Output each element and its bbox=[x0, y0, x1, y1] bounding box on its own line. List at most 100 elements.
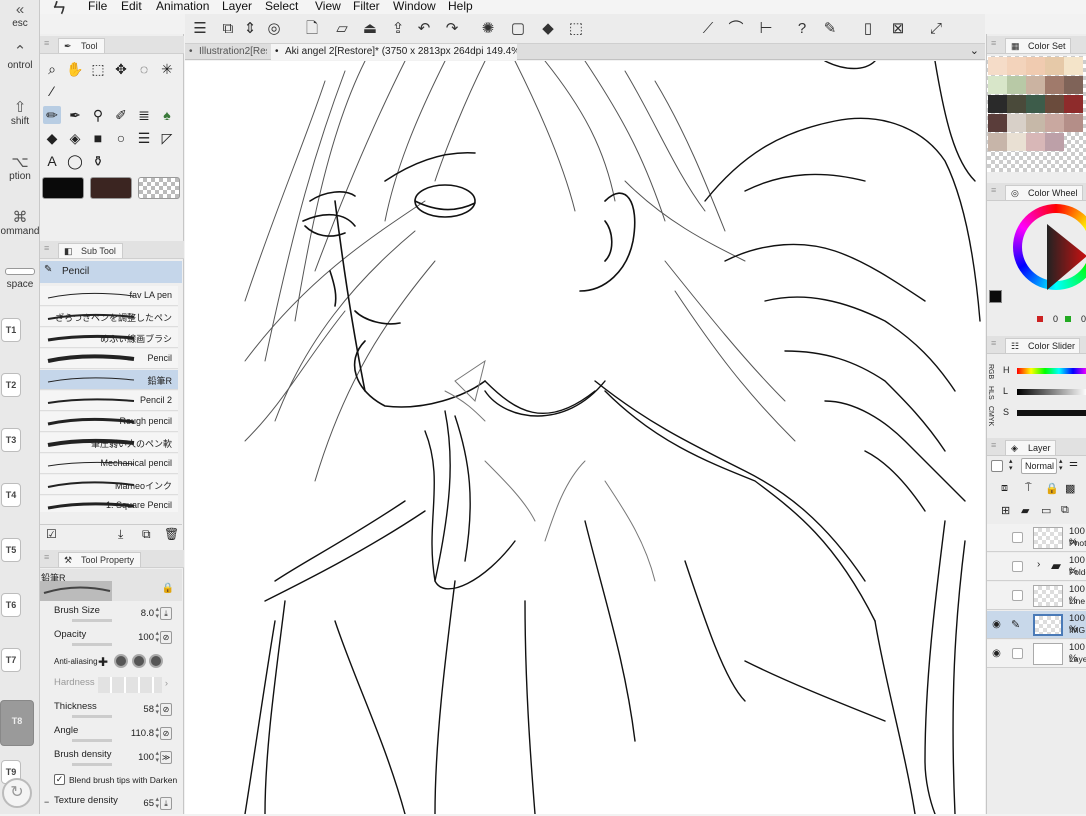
menu-filter[interactable]: Filter bbox=[353, 0, 380, 13]
menu-animation[interactable]: Animation bbox=[156, 0, 209, 13]
fill-icon[interactable]: ◆ bbox=[537, 18, 559, 40]
layer-row-photo[interactable]: 100 % Photo bbox=[987, 524, 1086, 552]
clip-layer-icon[interactable]: ⧈ bbox=[1001, 482, 1008, 495]
layer-row-img[interactable]: ◉ ✎ 100 % IMG bbox=[987, 611, 1086, 639]
device-icon[interactable]: ▯ bbox=[857, 18, 879, 40]
color-set-swatch[interactable] bbox=[988, 133, 1007, 151]
eraser-icon[interactable]: ◆ bbox=[43, 129, 61, 147]
stepper-icon[interactable]: ▴ ▾ bbox=[155, 726, 159, 740]
stepper-icon[interactable]: ▴ ▾ bbox=[1009, 458, 1013, 472]
stepper-icon[interactable]: ⇕ bbox=[239, 18, 261, 40]
brush-item[interactable]: fav LA pen bbox=[40, 286, 178, 306]
trash-icon[interactable]: 🗑 bbox=[164, 527, 179, 541]
redo-icon[interactable]: ↷ bbox=[441, 18, 463, 40]
loading-icon[interactable]: ✺ bbox=[477, 18, 499, 40]
fill-bucket-icon[interactable]: ◈ bbox=[66, 129, 84, 147]
correct-line-icon[interactable]: ⚱ bbox=[89, 152, 107, 170]
hue-slider[interactable] bbox=[1017, 368, 1086, 374]
opacity-slider[interactable] bbox=[72, 643, 112, 646]
command-key[interactable]: ⌘ ommand bbox=[0, 210, 40, 238]
main-color-chip[interactable] bbox=[989, 290, 1002, 303]
move-icon[interactable]: ✥ bbox=[112, 60, 130, 78]
layer-row-folder[interactable]: › ▰ 100 % Folder bbox=[987, 553, 1086, 581]
t6-key[interactable]: T6 bbox=[1, 593, 21, 617]
stepper-icon[interactable]: ▴ ▾ bbox=[155, 606, 159, 620]
t3-key[interactable]: T3 bbox=[1, 428, 21, 452]
aa-weak-icon[interactable] bbox=[114, 654, 128, 668]
rotate-icon[interactable]: ↻ bbox=[2, 778, 32, 808]
blend-tips-checkbox[interactable]: ✓ bbox=[54, 774, 65, 785]
pen-pressure-icon[interactable]: ✎ bbox=[819, 18, 841, 40]
color-set-tab[interactable]: ▦ Color Set bbox=[1005, 38, 1071, 53]
brush-tool-icon[interactable]: ⚲ bbox=[89, 106, 107, 124]
t5-key[interactable]: T5 bbox=[1, 538, 21, 562]
brush-size-slider[interactable] bbox=[72, 619, 112, 622]
color-set-swatch[interactable] bbox=[1007, 76, 1026, 94]
brush-density-dynamics-icon[interactable]: ≫ bbox=[160, 751, 172, 764]
hamburger-icon[interactable]: ☰ bbox=[189, 18, 211, 40]
rgb-mode-tab[interactable]: RGB bbox=[987, 364, 994, 379]
ruler-tool-icon[interactable]: ◸ bbox=[158, 129, 176, 147]
marker-icon[interactable]: ✐ bbox=[112, 106, 130, 124]
color-set-swatch[interactable] bbox=[1064, 114, 1083, 132]
color-set-swatch[interactable] bbox=[1007, 114, 1026, 132]
brush-item[interactable]: めふぃ線画ブラシ bbox=[40, 328, 178, 348]
lock-icon[interactable]: 🔒 bbox=[162, 583, 174, 594]
aa-medium-icon[interactable] bbox=[132, 654, 146, 668]
tab-aki-angel-2[interactable]: • Aki angel 2[Restore]* (3750 x 2813px 26… bbox=[271, 44, 517, 60]
menu-layer[interactable]: Layer bbox=[222, 0, 252, 13]
zoom-icon[interactable]: ⌕ bbox=[43, 60, 61, 78]
t7-key[interactable]: T7 bbox=[1, 648, 21, 672]
undo-icon[interactable]: ↶ bbox=[413, 18, 435, 40]
brush-item[interactable]: Mechanical pencil bbox=[40, 454, 178, 474]
magic-wand-icon[interactable]: ✳ bbox=[158, 60, 176, 78]
gradient-icon[interactable]: ■ bbox=[89, 129, 107, 147]
aa-none-icon[interactable]: ✚ bbox=[98, 655, 108, 669]
menu-window[interactable]: Window bbox=[393, 0, 436, 13]
stepper-icon[interactable]: ▴ ▾ bbox=[155, 796, 159, 810]
hand-icon[interactable]: ✋ bbox=[66, 60, 84, 78]
blend-mode-select[interactable]: Normal bbox=[1021, 458, 1057, 474]
menu-edit[interactable]: Edit bbox=[121, 0, 142, 13]
sliders-icon[interactable]: ⚌ bbox=[1069, 458, 1078, 469]
color-set-swatch[interactable] bbox=[988, 114, 1007, 132]
brush-size-row[interactable]: Brush Size 8.0 ▴ ▾ ⤓ bbox=[40, 604, 178, 626]
esc-key[interactable]: «esc bbox=[0, 2, 40, 30]
balloon-icon[interactable]: ◯ bbox=[66, 152, 84, 170]
menu-file[interactable]: File bbox=[88, 0, 107, 13]
color-set-swatch[interactable] bbox=[1045, 57, 1064, 75]
sub-color-swatch[interactable] bbox=[90, 177, 132, 199]
stepper-icon[interactable]: ▴ ▾ bbox=[155, 702, 159, 716]
brush-item[interactable]: 筆圧弱い人のペン軟 bbox=[40, 433, 178, 453]
thickness-row[interactable]: Thickness 58 ▴ ▾ ⊘ bbox=[40, 700, 178, 722]
clear-icon[interactable]: ▢ bbox=[507, 18, 529, 40]
t4-key[interactable]: T4 bbox=[1, 483, 21, 507]
brush-item[interactable]: 1. Square Pencil bbox=[40, 496, 178, 512]
control-key[interactable]: ⌃ ontrol bbox=[0, 44, 40, 72]
aa-strong-icon[interactable] bbox=[149, 654, 163, 668]
tab-illustration2[interactable]: • Illustration2[Res bbox=[185, 44, 267, 60]
color-set-swatch[interactable] bbox=[1064, 76, 1083, 94]
layer-color-box[interactable] bbox=[991, 460, 1003, 472]
menu-select[interactable]: Select bbox=[265, 0, 298, 13]
new-folder-icon[interactable]: ▭ bbox=[1041, 504, 1051, 517]
layer-row-line[interactable]: 100 % Line bbox=[987, 582, 1086, 610]
help-icon[interactable]: ? bbox=[791, 18, 813, 40]
pencil-tool-icon[interactable]: ✏ bbox=[43, 106, 61, 124]
color-set-swatch[interactable] bbox=[1045, 76, 1064, 94]
eye-icon[interactable]: ◉ bbox=[991, 648, 1002, 659]
reference-layer-icon[interactable]: ⍑ bbox=[1025, 482, 1032, 495]
new-vector-layer-icon[interactable]: ▰ bbox=[1021, 504, 1029, 517]
color-set-swatch[interactable] bbox=[1007, 133, 1026, 151]
hls-mode-tab[interactable]: HLS bbox=[987, 386, 994, 400]
ruler-icon[interactable]: ⟋ bbox=[697, 18, 719, 40]
thickness-dynamics-icon[interactable]: ⊘ bbox=[160, 703, 172, 716]
opacity-row[interactable]: Opacity 100 ▴ ▾ ⊘ bbox=[40, 628, 178, 650]
snap-icon[interactable]: ⊢ bbox=[755, 18, 777, 40]
tool-tab[interactable]: ✒ Tool bbox=[58, 38, 105, 53]
chevron-right-icon[interactable]: › bbox=[1037, 559, 1040, 570]
shift-key[interactable]: ⇧ shift bbox=[0, 100, 40, 128]
blend-tips-row[interactable]: ✓ Blend brush tips with Darken bbox=[40, 772, 178, 794]
brush-item[interactable]: Rough pencil bbox=[40, 412, 178, 432]
t2-key[interactable]: T2 bbox=[1, 373, 21, 397]
